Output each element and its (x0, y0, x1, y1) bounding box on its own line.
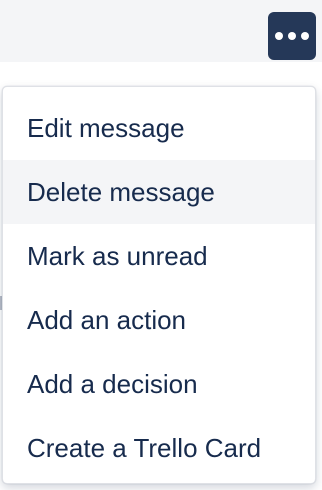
more-horizontal-icon (275, 32, 283, 40)
menu-item-edit-message[interactable]: Edit message (3, 96, 315, 160)
more-actions-button[interactable] (268, 12, 316, 60)
menu-item-add-a-decision[interactable]: Add a decision (3, 352, 315, 416)
menu-item-mark-as-unread[interactable]: Mark as unread (3, 224, 315, 288)
message-actions-menu: Edit message Delete message Mark as unre… (2, 86, 316, 484)
menu-item-create-trello-card[interactable]: Create a Trello Card (3, 416, 315, 480)
menu-item-add-an-action[interactable]: Add an action (3, 288, 315, 352)
menu-item-delete-message[interactable]: Delete message (3, 160, 315, 224)
more-horizontal-icon (288, 32, 296, 40)
more-horizontal-icon (301, 32, 309, 40)
